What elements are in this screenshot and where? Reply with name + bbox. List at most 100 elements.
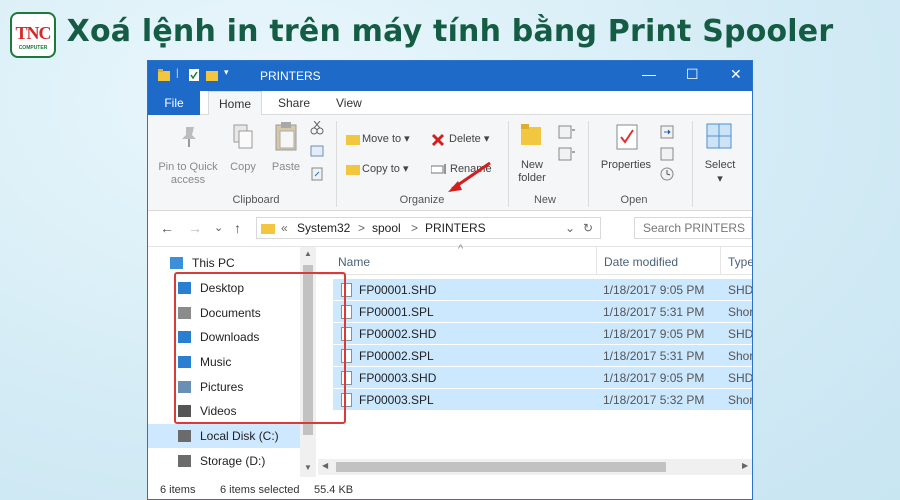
ribbon-separator — [336, 121, 337, 207]
paste-shortcut-icon[interactable] — [310, 167, 324, 181]
new-group-label: New — [533, 194, 556, 206]
qat-separator: | — [176, 68, 179, 79]
breadcrumb-spool[interactable]: spool — [372, 218, 401, 238]
forward-button[interactable]: → — [188, 220, 202, 236]
search-input[interactable]: Search PRINTERS — [634, 217, 752, 239]
file-name: FP00002.SPL — [359, 349, 434, 363]
address-dropdown-button[interactable]: ⌄ — [565, 218, 575, 238]
column-separator[interactable] — [596, 247, 597, 275]
ribbon-tabs: File Home Share View — [148, 91, 752, 116]
item-count: 6 items — [160, 484, 196, 496]
column-type[interactable]: Type — [728, 255, 752, 269]
scroll-up-icon[interactable]: ▲ — [304, 249, 312, 258]
select-dropdown-icon[interactable]: ▾ — [700, 173, 740, 186]
up-button[interactable]: ↑ — [234, 220, 241, 236]
file-name: FP00001.SPL — [359, 305, 434, 319]
file-list: Name ^ Date modified Type FP00001.SHD 1/1… — [318, 243, 753, 477]
refresh-button[interactable]: ↻ — [583, 218, 593, 238]
pin-to-quick-access-button[interactable]: Pin to Quick access — [152, 161, 224, 187]
file-row[interactable]: FP00002.SPL 1/18/2017 5:31 PM Shor — [333, 345, 752, 367]
select-button[interactable]: Select — [700, 159, 740, 172]
pc-icon — [170, 257, 183, 269]
address-path[interactable]: « System32 > spool > PRINTERS ⌄ ↻ — [256, 217, 601, 239]
file-type: SHD — [728, 371, 753, 385]
h-scroll-thumb[interactable] — [336, 462, 666, 472]
copy-button[interactable]: Copy — [224, 161, 262, 174]
nav-item-label: Storage (D:) — [200, 454, 266, 468]
cut-icon[interactable] — [310, 121, 324, 135]
file-row[interactable]: FP00003.SHD 1/18/2017 9:05 PM SHD — [333, 367, 753, 389]
close-button[interactable]: ✕ — [730, 66, 742, 83]
folder-icon — [158, 69, 170, 81]
breadcrumb-printers[interactable]: PRINTERS — [425, 218, 486, 238]
history-icon[interactable] — [660, 167, 676, 181]
file-row[interactable]: FP00002.SHD 1/18/2017 9:05 PM SHD — [333, 323, 752, 345]
column-date-modified[interactable]: Date modified — [604, 255, 678, 269]
file-date: 1/18/2017 9:05 PM — [603, 327, 705, 341]
file-row[interactable]: FP00001.SPL 1/18/2017 5:31 PM Shor — [333, 301, 752, 323]
scroll-right-icon[interactable]: ▶ — [742, 461, 748, 470]
nav-item[interactable]: Local Disk (C:) — [148, 424, 316, 448]
window-title: PRINTERS — [260, 69, 321, 83]
file-date: 1/18/2017 9:05 PM — [603, 283, 705, 297]
horizontal-scrollbar[interactable]: ◀ ▶ — [318, 459, 752, 475]
pointer-arrow-icon — [448, 161, 491, 192]
nav-item[interactable]: Storage (D:) — [148, 449, 316, 473]
open-group-label: Open — [620, 194, 648, 206]
address-bar: ← → ⌄ ↑ « System32 > spool > PRINTERS ⌄ … — [148, 211, 752, 247]
paste-icon — [275, 122, 297, 151]
file-type: Shor — [728, 393, 753, 407]
highlight-box — [174, 272, 346, 424]
column-name[interactable]: Name — [338, 255, 370, 269]
ribbon: Pin to Quick access Copy Paste Clipboard… — [148, 115, 752, 211]
breadcrumb-separator: > — [358, 221, 366, 235]
copy-path-icon[interactable] — [310, 145, 324, 157]
file-row[interactable]: FP00003.SPL 1/18/2017 5:32 PM Shor — [333, 389, 753, 411]
breadcrumb-separator: > — [411, 221, 419, 235]
qat-dropdown-icon[interactable]: ▾ — [224, 67, 236, 79]
open-icon[interactable] — [660, 125, 676, 139]
file-date: 1/18/2017 5:31 PM — [603, 349, 705, 363]
tab-home[interactable]: Home — [208, 91, 263, 116]
edit-icon[interactable] — [660, 147, 676, 161]
file-date: 1/18/2017 5:31 PM — [603, 305, 705, 319]
properties-button[interactable]: Properties — [596, 159, 656, 172]
tab-file[interactable]: File — [148, 91, 200, 115]
delete-button[interactable]: Delete ▾ — [449, 133, 489, 146]
paste-button[interactable]: Paste — [266, 161, 306, 174]
scroll-left-icon[interactable]: ◀ — [322, 461, 328, 470]
copy-to-icon — [346, 165, 360, 175]
ribbon-separator — [692, 121, 693, 207]
copy-icon — [233, 124, 253, 149]
properties-icon — [616, 124, 638, 150]
selected-size: 55.4 KB — [314, 484, 354, 496]
select-icon — [706, 123, 732, 149]
delete-icon — [431, 133, 445, 147]
new-item-icon[interactable] — [558, 125, 576, 139]
column-separator[interactable] — [720, 247, 721, 275]
title-bar: | ▾ PRINTERS — ☐ ✕ — [148, 61, 752, 91]
new-folder-qat-icon[interactable] — [206, 69, 218, 81]
move-to-button[interactable]: Move to ▾ — [362, 133, 410, 146]
path-overflow[interactable]: « — [281, 218, 288, 238]
minimize-button[interactable]: — — [642, 66, 656, 82]
scroll-down-icon[interactable]: ▼ — [304, 463, 312, 472]
tab-share[interactable]: Share — [268, 91, 320, 115]
file-row[interactable]: FP00001.SHD 1/18/2017 9:05 PM SHD — [333, 279, 752, 301]
pin-icon — [182, 127, 196, 147]
breadcrumb-system32[interactable]: System32 — [297, 218, 350, 238]
tab-view[interactable]: View — [326, 91, 372, 115]
back-button[interactable]: ← — [160, 220, 174, 236]
selected-count: 6 items selected — [220, 484, 300, 496]
file-name: FP00001.SHD — [359, 283, 437, 297]
file-date: 1/18/2017 9:05 PM — [603, 371, 705, 385]
maximize-button[interactable]: ☐ — [686, 66, 699, 83]
file-date: 1/18/2017 5:32 PM — [603, 393, 705, 407]
properties-qat-icon[interactable] — [188, 69, 200, 81]
new-folder-icon — [521, 124, 541, 145]
ribbon-separator — [508, 121, 509, 207]
easy-access-icon[interactable] — [558, 147, 576, 161]
new-folder-button[interactable]: New folder — [510, 159, 554, 185]
copy-to-button[interactable]: Copy to ▾ — [362, 163, 409, 176]
recent-locations-button[interactable]: ⌄ — [214, 221, 223, 234]
